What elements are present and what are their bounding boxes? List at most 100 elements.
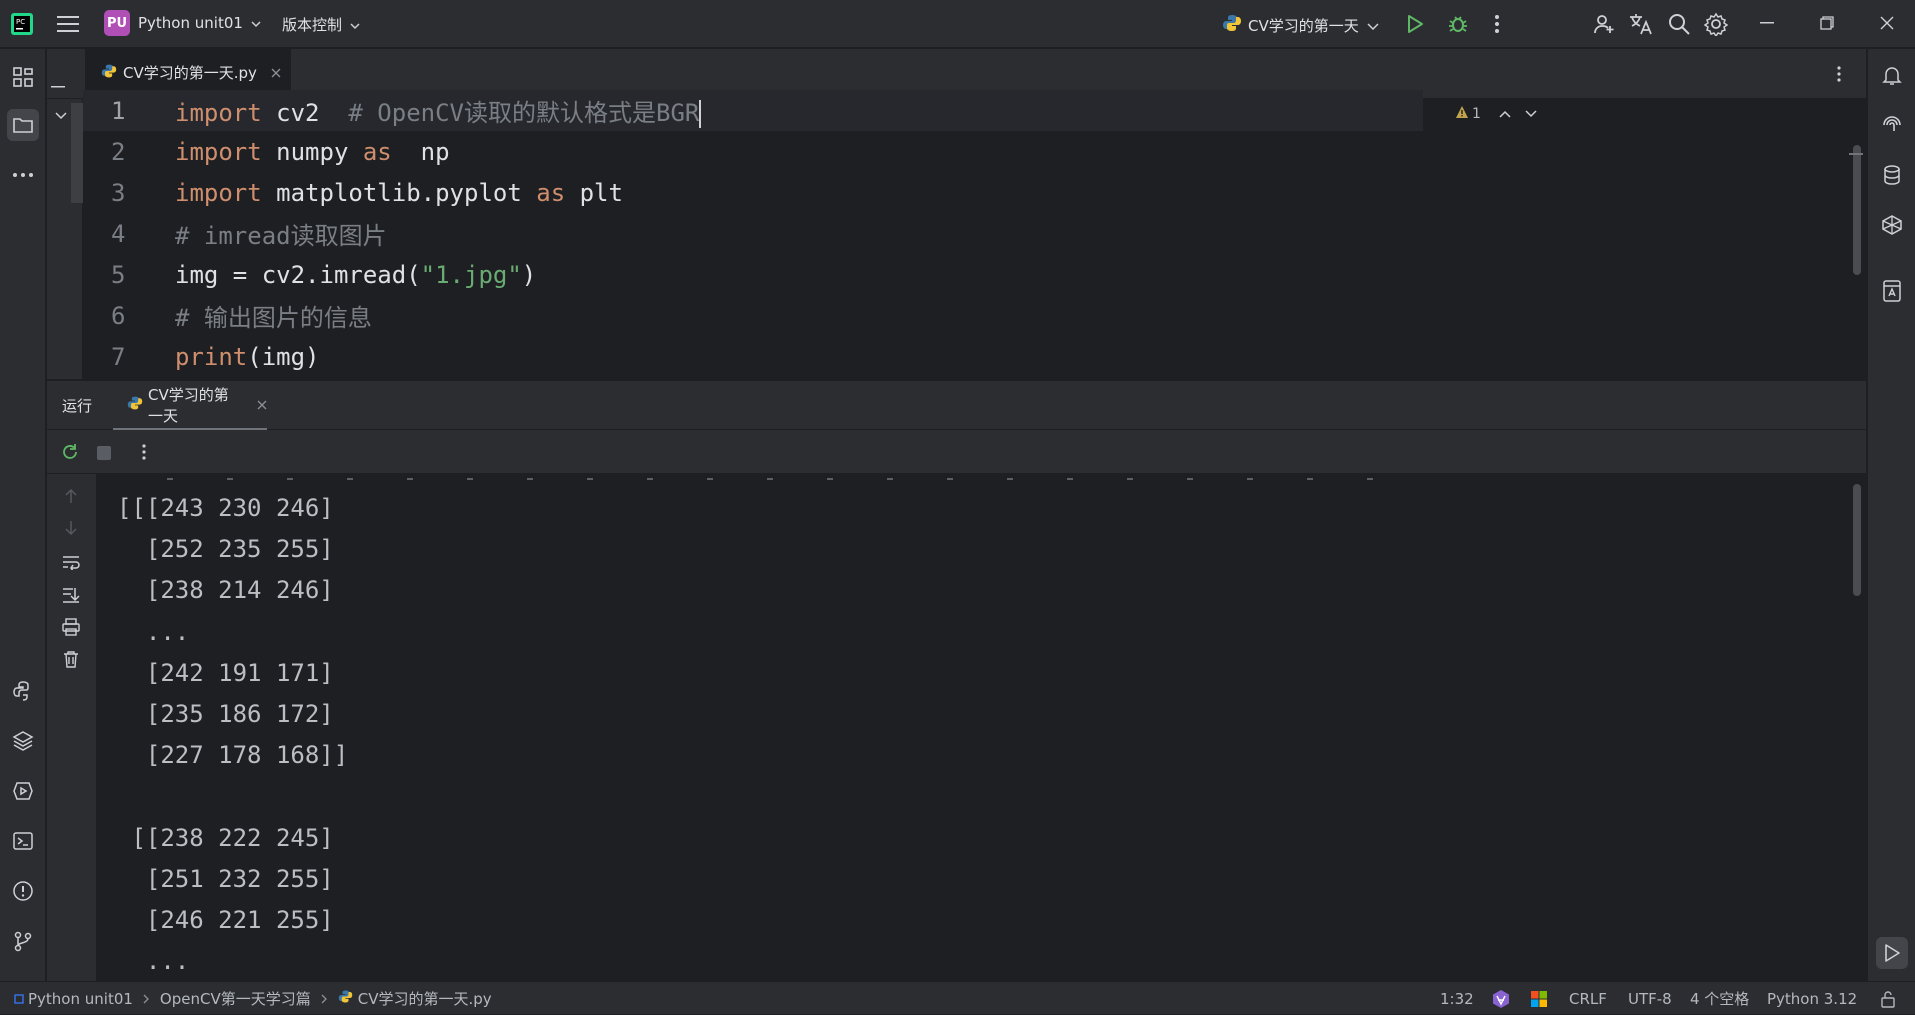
code-token: as (536, 178, 566, 207)
code-token: import (175, 99, 262, 127)
line-separator[interactable]: CRLF (1569, 982, 1607, 1015)
project-name: Python unit01 (138, 14, 243, 32)
code-line[interactable]: 3 import matplotlib.pyplot as plt (83, 172, 1423, 213)
chevron-right-icon (321, 990, 328, 1008)
code-text: import matplotlib.pyplot as plt (175, 179, 623, 207)
code-text: print(img) (175, 343, 320, 371)
problems-icon[interactable] (7, 875, 39, 907)
close-tab-icon[interactable] (257, 396, 267, 414)
python-console-icon[interactable] (7, 675, 39, 707)
editor-scrollbar[interactable] (1853, 145, 1861, 275)
run-config-selector[interactable]: CV学习的第一天 (1222, 13, 1379, 37)
pycharm-logo-icon[interactable]: PC (10, 12, 34, 36)
add-user-icon[interactable] (1592, 12, 1616, 36)
breadcrumb-project[interactable]: Python unit01 (28, 990, 133, 1008)
scroll-to-end-icon[interactable] (61, 586, 81, 608)
services-icon[interactable] (7, 775, 39, 807)
translate-icon[interactable] (1628, 12, 1654, 36)
code-line[interactable]: 1 import cv2 # OpenCV读取的默认格式是BGR (83, 90, 1423, 131)
project-switcher[interactable]: PU Python unit01 (104, 10, 261, 36)
terminal-icon[interactable] (7, 825, 39, 857)
code-token: numpy (261, 137, 363, 166)
more-icon[interactable] (142, 443, 146, 465)
vcs-label: 版本控制 (282, 16, 343, 34)
stop-icon[interactable] (97, 446, 111, 460)
notifications-bell-icon[interactable] (1876, 59, 1908, 91)
code-token: # OpenCV读取的默认格式是BGR (348, 99, 700, 127)
code-line[interactable]: 5 img = cv2.imread("1.jpg") (83, 254, 1423, 295)
main-menu-icon[interactable] (57, 14, 79, 34)
chevron-down-icon (350, 16, 360, 34)
console-line: [[[243 230 246] (117, 494, 334, 522)
run-panel-header: 运行 CV学习的第一天 (47, 380, 1866, 431)
soft-wrap-icon[interactable] (61, 554, 81, 574)
run-icon[interactable] (1405, 13, 1425, 35)
project-folder-icon[interactable] (7, 109, 39, 141)
console-line: [238 214 246] (117, 576, 334, 605)
python-interpreter[interactable]: Python 3.12 (1767, 982, 1857, 1015)
python-packages-icon[interactable] (7, 725, 39, 757)
database-icon[interactable] (1876, 159, 1908, 191)
minimize-icon[interactable] (1760, 22, 1774, 24)
run-tab[interactable]: CV学习的第一天 (113, 381, 267, 431)
code-line[interactable]: 2 import numpy as np (83, 131, 1423, 172)
project-panel-collapsed[interactable] (47, 99, 83, 379)
sciview-icon[interactable] (1876, 209, 1908, 241)
code-line[interactable]: 6 # 输出图片的信息 (83, 295, 1423, 336)
arrow-up-icon[interactable] (64, 488, 78, 508)
chevron-down-icon[interactable] (1525, 106, 1537, 122)
git-icon[interactable] (7, 925, 39, 957)
structure-icon[interactable] (7, 61, 39, 93)
restore-icon[interactable] (1820, 16, 1834, 30)
settings-gear-icon[interactable] (1704, 12, 1728, 36)
close-tab-icon[interactable] (271, 64, 281, 82)
ai-status-icon[interactable] (1491, 982, 1511, 1015)
close-icon[interactable] (1880, 16, 1894, 30)
console-scrollbar[interactable] (1853, 484, 1861, 596)
search-icon[interactable] (1667, 12, 1691, 36)
code-area[interactable]: 1 import cv2 # OpenCV读取的默认格式是BGR 2 import n… (83, 90, 1866, 379)
trash-icon[interactable] (62, 650, 80, 672)
arrow-down-icon[interactable] (64, 520, 78, 540)
warning-icon (1455, 105, 1469, 123)
console-line: [251 232 255] (117, 864, 334, 893)
code-editor[interactable]: 1 import cv2 # OpenCV读取的默认格式是BGR 2 import n… (47, 90, 1866, 379)
code-text: import numpy as np (175, 138, 450, 166)
code-token: import (175, 178, 262, 207)
caret-position[interactable]: 1:32 (1440, 982, 1474, 1015)
code-token: as (362, 137, 392, 166)
chevron-right-icon (143, 990, 150, 1008)
code-text: # imread读取图片 (175, 216, 387, 251)
print-icon[interactable] (61, 618, 81, 640)
code-token: "1.jpg" (420, 260, 522, 289)
ai-assistant-icon[interactable] (1876, 109, 1908, 141)
chevron-up-icon[interactable] (1499, 106, 1511, 122)
vcs-menu[interactable]: 版本控制 (282, 14, 360, 35)
breadcrumb-folder[interactable]: OpenCV第一天学习篇 (160, 988, 311, 1009)
code-line[interactable]: 4 # imread读取图片 (83, 213, 1423, 254)
console-output[interactable]: [[[243 230 246] [252 235 255] [238 214 2… (47, 474, 1866, 981)
line-number: 4 (111, 219, 126, 248)
collapse-icon[interactable] (51, 73, 65, 92)
debug-icon[interactable] (1447, 13, 1469, 35)
console-line: [235 186 172] (117, 700, 334, 728)
windows-logo-icon[interactable] (1530, 982, 1548, 1015)
rerun-icon[interactable] (60, 442, 80, 466)
endpoints-icon[interactable] (1876, 275, 1908, 307)
run-panel-play-icon[interactable] (1876, 937, 1908, 969)
indent-setting[interactable]: 4 个空格 (1690, 982, 1749, 1015)
breadcrumb: Python unit01 OpenCV第一天学习篇 CV学习的第一天.py (14, 982, 492, 1015)
python-file-icon (101, 63, 117, 83)
chevron-down-icon (1367, 16, 1379, 34)
more-tools-icon[interactable] (7, 159, 39, 191)
lock-icon[interactable] (1880, 982, 1896, 1015)
inspection-widget[interactable]: 1 (1455, 105, 1537, 123)
more-actions-icon[interactable] (1494, 13, 1500, 35)
python-file-icon (127, 395, 143, 415)
file-encoding[interactable]: UTF-8 (1628, 982, 1672, 1015)
code-line[interactable]: 7 print(img) (83, 336, 1423, 377)
console-line: [242 191 171] (117, 658, 334, 687)
breadcrumb-file[interactable]: CV学习的第一天.py (358, 988, 492, 1009)
tab-more-icon[interactable] (1837, 65, 1841, 87)
run-toolbar (47, 430, 1866, 474)
